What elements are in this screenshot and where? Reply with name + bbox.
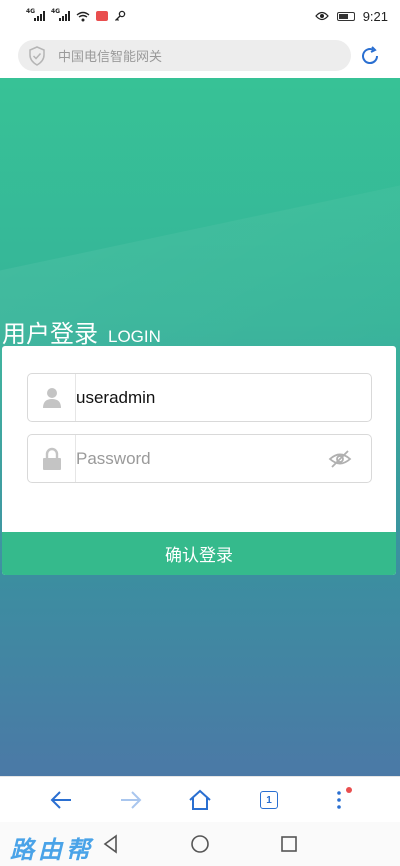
signal-icon-2: 4G [51, 8, 70, 21]
login-title-cn: 用户登录 [2, 320, 98, 348]
home-icon [189, 789, 211, 810]
page-content: 用户登录 LOGIN useradmin Password 确认登录 [0, 78, 400, 776]
system-nav-bar: 路由帮 [0, 822, 400, 866]
status-bar: 4G 4G 9:21 [0, 0, 400, 32]
network-type-label: 4G [26, 8, 36, 15]
reload-icon[interactable] [358, 44, 382, 68]
home-button[interactable] [187, 787, 213, 813]
battery-icon [336, 11, 355, 21]
login-title-en: LOGIN [108, 327, 161, 346]
arrow-right-icon [121, 791, 142, 809]
status-right: 9:21 [314, 8, 388, 24]
password-field[interactable]: Password [27, 434, 372, 483]
eye-hidden-icon[interactable] [327, 447, 353, 471]
shield-check-icon [29, 45, 45, 66]
username-field[interactable]: useradmin [27, 373, 372, 422]
browser-toolbar: 1 [0, 776, 400, 822]
nav-back-icon[interactable] [100, 833, 122, 855]
username-value[interactable]: useradmin [76, 374, 155, 421]
confirm-login-button[interactable]: 确认登录 [2, 532, 396, 575]
nav-home-icon[interactable] [189, 833, 211, 855]
address-bar: 中国电信智能网关 [0, 32, 400, 78]
network-type-label-2: 4G [51, 8, 61, 15]
wifi-icon [76, 11, 90, 21]
tab-count: 1 [260, 791, 278, 809]
url-text: 中国电信智能网关 [58, 50, 163, 65]
notification-app-icon [96, 11, 108, 21]
key-icon [115, 10, 126, 21]
user-icon-cell [28, 374, 76, 421]
password-input[interactable]: Password [76, 435, 151, 482]
tabs-button[interactable]: 1 [256, 787, 282, 813]
url-field[interactable]: 中国电信智能网关 [18, 40, 351, 71]
signal-icon: 4G [26, 8, 45, 21]
login-title: 用户登录 LOGIN [2, 314, 161, 349]
more-vertical-icon [337, 787, 352, 809]
login-card: useradmin Password 确认登录 [2, 346, 396, 575]
lock-icon [42, 447, 61, 470]
menu-button[interactable] [326, 787, 352, 813]
lock-icon-cell [28, 435, 76, 482]
nav-recents-icon[interactable] [278, 833, 300, 855]
user-icon [42, 387, 61, 408]
watermark-text: 路由帮 [10, 835, 94, 864]
status-left: 4G 4G [26, 8, 126, 22]
status-time: 9:21 [362, 8, 388, 24]
back-button[interactable] [48, 787, 74, 813]
forward-button[interactable] [118, 787, 144, 813]
eye-icon [314, 11, 329, 21]
arrow-left-icon [50, 791, 71, 809]
